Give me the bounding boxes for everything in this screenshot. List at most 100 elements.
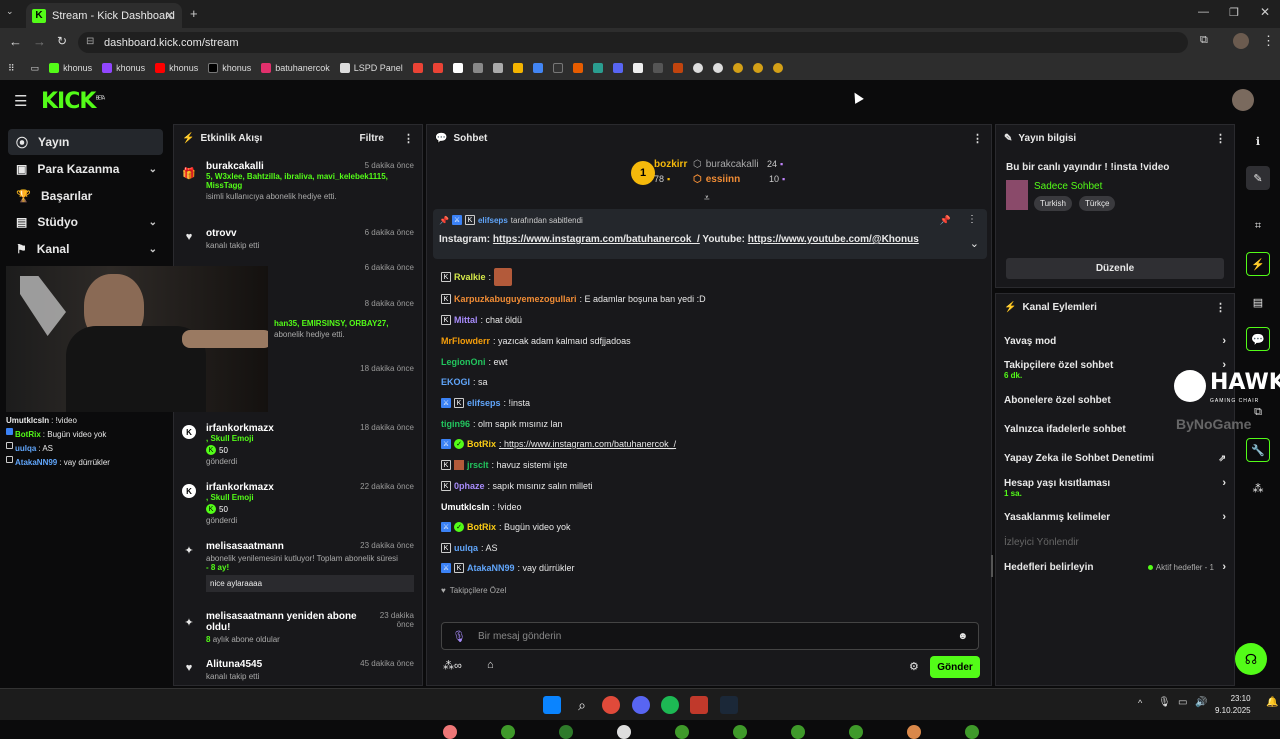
emote-icon[interactable] — [965, 725, 979, 739]
kick-logo[interactable]: KICKBETA — [41, 89, 105, 114]
chat-user[interactable]: MrFlowderr — [441, 336, 490, 346]
back-icon[interactable]: ← — [9, 34, 22, 49]
windows-start-icon[interactable] — [543, 696, 561, 714]
profile-avatar[interactable] — [1233, 33, 1249, 49]
expand-leaderboard-icon[interactable]: ⩡ — [704, 193, 710, 204]
support-headset-icon[interactable]: ☊ — [1235, 643, 1267, 675]
action-set-goals[interactable]: Hedefleri belirleyin Aktif hedefler - 1 › — [996, 555, 1236, 579]
bookmark-icon[interactable] — [732, 63, 743, 73]
emoji-picker-icon[interactable]: ☻ — [957, 631, 968, 642]
gmail-icon[interactable] — [432, 63, 443, 73]
category-name[interactable]: Sadece Sohbet — [1034, 181, 1102, 192]
gmail-icon[interactable] — [412, 63, 423, 73]
chat-user[interactable]: LegionOni — [441, 357, 486, 367]
action-raid[interactable]: İzleyici Yönlendir — [996, 530, 1236, 554]
chat-user[interactable]: Umutklcsln — [441, 502, 490, 512]
chat-input[interactable]: 🎙 Bir mesaj gönderin ☻ — [441, 622, 979, 650]
screen-capture-icon[interactable]: ⌗ — [1246, 214, 1270, 238]
close-window-icon[interactable]: ✕ — [1260, 5, 1270, 19]
wrench-icon[interactable]: 🔧 — [1246, 438, 1270, 462]
nav-item-para-kazanma[interactable]: ▣ Para Kazanma ⌄ — [8, 156, 163, 182]
bookmark-icon[interactable] — [552, 63, 563, 73]
browser-menu-icon[interactable]: ⋮ — [1262, 33, 1275, 49]
bookmark-icon[interactable] — [592, 63, 603, 73]
chat-user[interactable]: Karpuzkabuguyemezogullari — [454, 294, 577, 304]
url-field[interactable]: ⊟ dashboard.kick.com/stream — [78, 32, 1188, 53]
store-icon[interactable]: ⌂ — [487, 659, 494, 671]
microphone-tray-icon[interactable]: 🎙 — [1158, 697, 1171, 708]
bookmark-x-khonus[interactable]: khonus — [208, 63, 251, 73]
site-info-icon[interactable]: ⊟ — [86, 36, 94, 47]
minimize-icon[interactable]: — — [1198, 6, 1209, 18]
pinned-more-icon[interactable]: ⋮ — [967, 214, 977, 225]
emote-icon[interactable] — [733, 725, 747, 739]
chat-icon[interactable]: 💬 — [1246, 327, 1270, 351]
bookmark-icon[interactable] — [472, 63, 483, 73]
more-options-icon[interactable]: ⋮ — [972, 132, 983, 145]
bookmark-icon[interactable] — [572, 63, 583, 73]
bookmark-instagram[interactable]: batuhanercok — [261, 63, 330, 73]
top-gifter-name[interactable]: bozkirr — [654, 159, 687, 170]
chat-user[interactable]: BotRix — [467, 439, 496, 449]
apps-icon[interactable]: ⠿ — [8, 63, 15, 74]
chrome-icon[interactable] — [602, 696, 620, 714]
stack-icon[interactable]: ⧉ — [1246, 400, 1270, 424]
bookmark-twitch-khonus[interactable]: khonus — [102, 63, 145, 73]
chat-text[interactable]: : https://www.instagram.com/batuhanercok… — [499, 439, 676, 449]
tab-list-icon[interactable]: ⌄ — [6, 6, 20, 20]
user-avatar[interactable] — [1232, 89, 1254, 111]
emote-icon[interactable] — [443, 725, 457, 739]
action-banned-words[interactable]: Yasaklanmış kelimeler › — [996, 505, 1236, 529]
emote-icon[interactable] — [559, 725, 573, 739]
browser-tab[interactable]: K Stream - Kick Dashboard ✕ — [26, 3, 182, 28]
pinned-link[interactable]: https://www.youtube.com/@Khonus — [748, 234, 919, 245]
emote-icon[interactable] — [791, 725, 805, 739]
chevron-down-icon[interactable]: ⌄ — [970, 237, 979, 250]
bookmark-lspd[interactable]: LSPD Panel — [339, 63, 403, 73]
spotify-icon[interactable] — [661, 696, 679, 714]
nav-item-yayin[interactable]: ⦿ Yayın — [8, 129, 163, 155]
chat-user[interactable]: BotRix — [467, 522, 496, 532]
chat-user[interactable]: tigin96 — [441, 419, 470, 429]
activity-user[interactable]: melisasaatmann yeniden abone oldu! — [206, 611, 374, 633]
nav-item-basarilar[interactable]: 🏆 Başarılar — [8, 183, 163, 209]
search-icon[interactable]: ⌕ — [573, 696, 591, 714]
chat-user[interactable]: AtakaNN99 — [467, 563, 515, 573]
steam-icon[interactable] — [720, 696, 738, 714]
chat-user[interactable]: Mittal — [454, 315, 478, 325]
bookmark-icon[interactable] — [652, 63, 663, 73]
chat-user[interactable]: 0phaze — [454, 481, 485, 491]
bookmark-icon[interactable] — [672, 63, 683, 73]
bookmark-icon[interactable] — [612, 63, 623, 73]
close-tab-icon[interactable]: ✕ — [165, 9, 174, 22]
bookmark-icon[interactable] — [492, 63, 503, 73]
emote-icon[interactable] — [617, 725, 631, 739]
action-slow-mode[interactable]: Yavaş mod › — [996, 329, 1236, 353]
edit-button[interactable]: Düzenle — [1006, 258, 1224, 279]
microphone-icon[interactable]: 🎙 — [452, 630, 466, 643]
extensions-icon[interactable]: ⧉ — [1200, 34, 1208, 47]
bookmark-icon[interactable] — [452, 63, 463, 73]
notification-icon[interactable]: 🔔 — [1266, 697, 1278, 708]
discord-icon[interactable] — [632, 696, 650, 714]
nav-item-studyo[interactable]: ▤ Stüdyo ⌄ — [8, 209, 163, 235]
top-gifter-name[interactable]: burakcakalli — [706, 159, 759, 170]
more-options-icon[interactable]: ⋮ — [403, 132, 414, 145]
lightning-icon[interactable]: ⚡ — [1246, 252, 1270, 276]
top-gifter-name[interactable]: essiinn — [706, 174, 740, 185]
emote-icon[interactable] — [849, 725, 863, 739]
reload-icon[interactable]: ↻ — [57, 34, 67, 48]
chat-user[interactable]: jrsclt — [467, 460, 489, 470]
bookmark-icon[interactable] — [772, 63, 783, 73]
edit-pencil-icon[interactable]: ✎ — [1246, 166, 1270, 190]
forward-icon[interactable]: → — [33, 34, 46, 49]
emote-icon[interactable] — [907, 725, 921, 739]
settings-gear-icon[interactable]: ⚙ — [909, 660, 919, 673]
nav-item-kanal[interactable]: ⚑ Kanal ⌄ — [8, 236, 163, 262]
emote-icon[interactable] — [501, 725, 515, 739]
pin-toggle-icon[interactable]: 📌 — [940, 215, 951, 226]
sparkles-infinity-icon[interactable]: ⁂∞ — [443, 659, 462, 672]
send-button[interactable]: Gönder — [930, 656, 980, 678]
chat-user[interactable]: EKOGI — [441, 377, 470, 387]
chat-user[interactable]: uulqa — [454, 543, 478, 553]
